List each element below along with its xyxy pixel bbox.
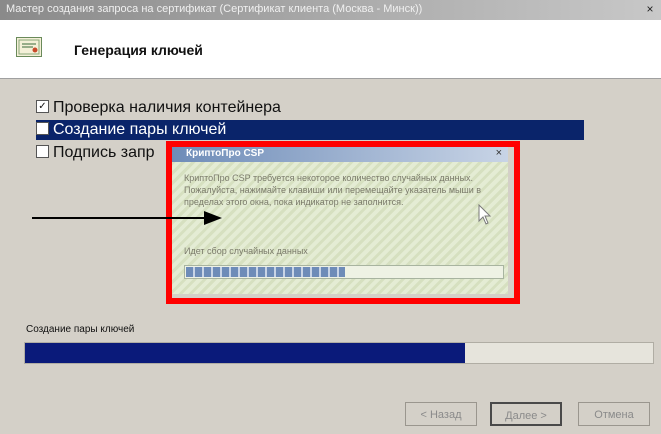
page-title: Генерация ключей: [74, 42, 203, 58]
title-bar[interactable]: Мастер создания запроса на сертификат (С…: [0, 0, 661, 20]
step-label: Проверка наличия контейнера: [53, 99, 281, 116]
certificate-icon: [16, 37, 42, 57]
wizard-header: Генерация ключей: [0, 20, 661, 79]
window-title: Мастер создания запроса на сертификат (С…: [6, 3, 423, 15]
step-check-container: ✓ Проверка наличия контейнера: [36, 98, 281, 118]
step-label: Подпись запр: [53, 144, 155, 161]
cancel-button[interactable]: Отмена: [578, 402, 650, 426]
next-button[interactable]: Далее >: [490, 402, 562, 426]
keygen-progress-bar: [24, 342, 654, 364]
progress-label: Создание пары ключей: [26, 324, 135, 335]
step-label: Создание пары ключей: [53, 121, 227, 138]
pointer-arrow-icon: [32, 211, 222, 225]
button-row: < Назад Далее > Отмена: [0, 400, 661, 434]
checkbox-unchecked: [36, 122, 49, 136]
back-button[interactable]: < Назад: [405, 402, 477, 426]
wizard-window: Мастер создания запроса на сертификат (С…: [0, 0, 661, 434]
step-sign-request: Подпись запр: [36, 143, 155, 163]
mouse-cursor-icon: [478, 204, 492, 225]
close-icon[interactable]: ×: [643, 2, 657, 16]
checkbox-checked: ✓: [36, 100, 49, 114]
step-create-keypair: Создание пары ключей: [36, 120, 584, 140]
keygen-progress-fill: [25, 343, 465, 363]
checkbox-unchecked: [36, 145, 49, 159]
